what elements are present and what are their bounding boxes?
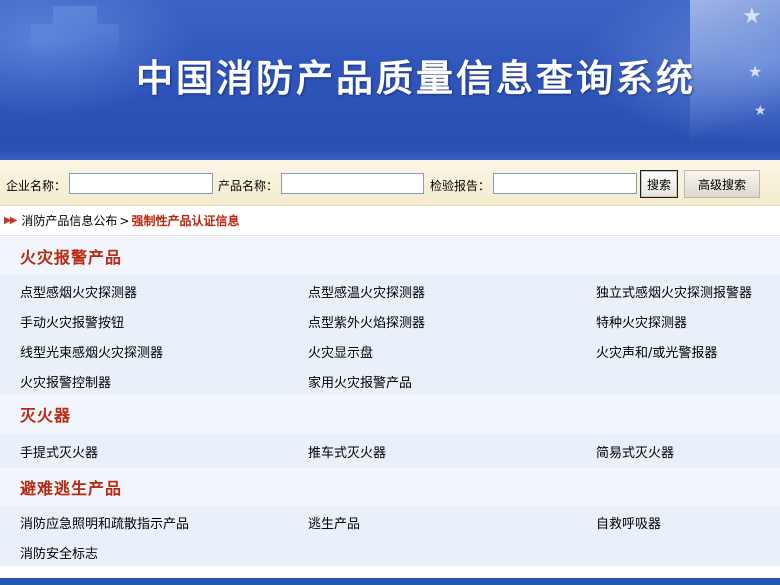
category-link[interactable]: 点型感烟火灾探测器 [20,282,137,301]
category-link[interactable]: 手提式灭火器 [20,442,98,461]
header-banner: ★ ★ ★ 中国消防产品质量信息查询系统 [0,0,780,160]
report-label: 检验报告： [430,179,491,193]
category-link[interactable]: 点型紫外火焰探测器 [308,312,425,331]
table-row: 手提式灭火器 推车式灭火器 简易式灭火器 [0,433,780,468]
category-link[interactable]: 火灾报警控制器 [20,372,111,391]
table-row: 消防应急照明和疏散指示产品 逃生产品 自救呼吸器 [0,506,780,536]
search-bar: 企业名称： 产品名称： 检验报告： 搜索 高级搜索 [0,160,780,206]
product-name-input[interactable] [281,173,424,194]
report-input[interactable] [493,173,637,194]
system-title: 中国消防产品质量信息查询系统 [136,57,696,100]
footer-band [0,578,780,585]
category-link[interactable]: 简易式灭火器 [596,442,674,461]
breadcrumb-separator: > [119,213,130,228]
company-name-input[interactable] [69,173,213,194]
breadcrumb: ▶▶ 消防产品信息公布 > 强制性产品认证信息 [0,206,780,236]
category-link[interactable]: 家用火灾报警产品 [308,372,412,391]
star-icon: ★ [742,4,762,29]
table-row: 火灾报警控制器 家用火灾报警产品 [0,365,780,395]
category-link[interactable]: 消防应急照明和疏散指示产品 [20,513,189,532]
banner-bottom-band [0,150,780,160]
category-link[interactable]: 自救呼吸器 [596,513,661,532]
advanced-search-button[interactable]: 高级搜索 [684,170,760,198]
category-link[interactable]: 逃生产品 [308,513,360,532]
category-link[interactable]: 手动火灾报警按钮 [20,312,124,331]
category-link[interactable]: 推车式灭火器 [308,442,386,461]
breadcrumb-parent-link[interactable]: 消防产品信息公布 [21,212,117,229]
section-title-evacuation: 避难逃生产品 [0,468,780,506]
table-row: 手动火灾报警按钮 点型紫外火焰探测器 特种火灾探测器 [0,305,780,335]
section-rows-evacuation: 消防应急照明和疏散指示产品 逃生产品 自救呼吸器 消防安全标志 [0,506,780,566]
category-link[interactable]: 特种火灾探测器 [596,312,687,331]
table-row: 线型光束感烟火灾探测器 火灾显示盘 火灾声和/或光警报器 [0,335,780,365]
company-name-label: 企业名称： [6,179,67,193]
category-link[interactable]: 点型感温火灾探测器 [308,282,425,301]
product-name-label: 产品名称： [218,179,279,193]
star-icon: ★ [754,103,767,119]
category-link[interactable]: 消防安全标志 [20,543,98,562]
star-icon: ★ [748,62,763,81]
category-link[interactable]: 火灾显示盘 [308,342,373,361]
product-category-list: 火灾报警产品 点型感烟火灾探测器 点型感温火灾探测器 独立式感烟火灾探测报警器 … [0,237,780,585]
table-row: 消防安全标志 [0,536,780,566]
search-button[interactable]: 搜索 [640,170,678,198]
category-link[interactable]: 线型光束感烟火灾探测器 [20,342,163,361]
section-title-fire-alarm: 火灾报警产品 [0,237,780,275]
double-arrow-icon: ▶▶ [4,215,17,226]
section-title-extinguishers: 灭火器 [0,395,780,433]
flag-decoration [690,0,780,160]
category-link[interactable]: 独立式感烟火灾探测报警器 [596,282,752,301]
category-link[interactable]: 火灾声和/或光警报器 [596,342,717,361]
section-rows-extinguishers: 手提式灭火器 推车式灭火器 简易式灭火器 [0,433,780,468]
section-rows-fire-alarm: 点型感烟火灾探测器 点型感温火灾探测器 独立式感烟火灾探测报警器 手动火灾报警按… [0,275,780,395]
breadcrumb-current: 强制性产品认证信息 [131,214,240,228]
table-row: 点型感烟火灾探测器 点型感温火灾探测器 独立式感烟火灾探测报警器 [0,275,780,305]
